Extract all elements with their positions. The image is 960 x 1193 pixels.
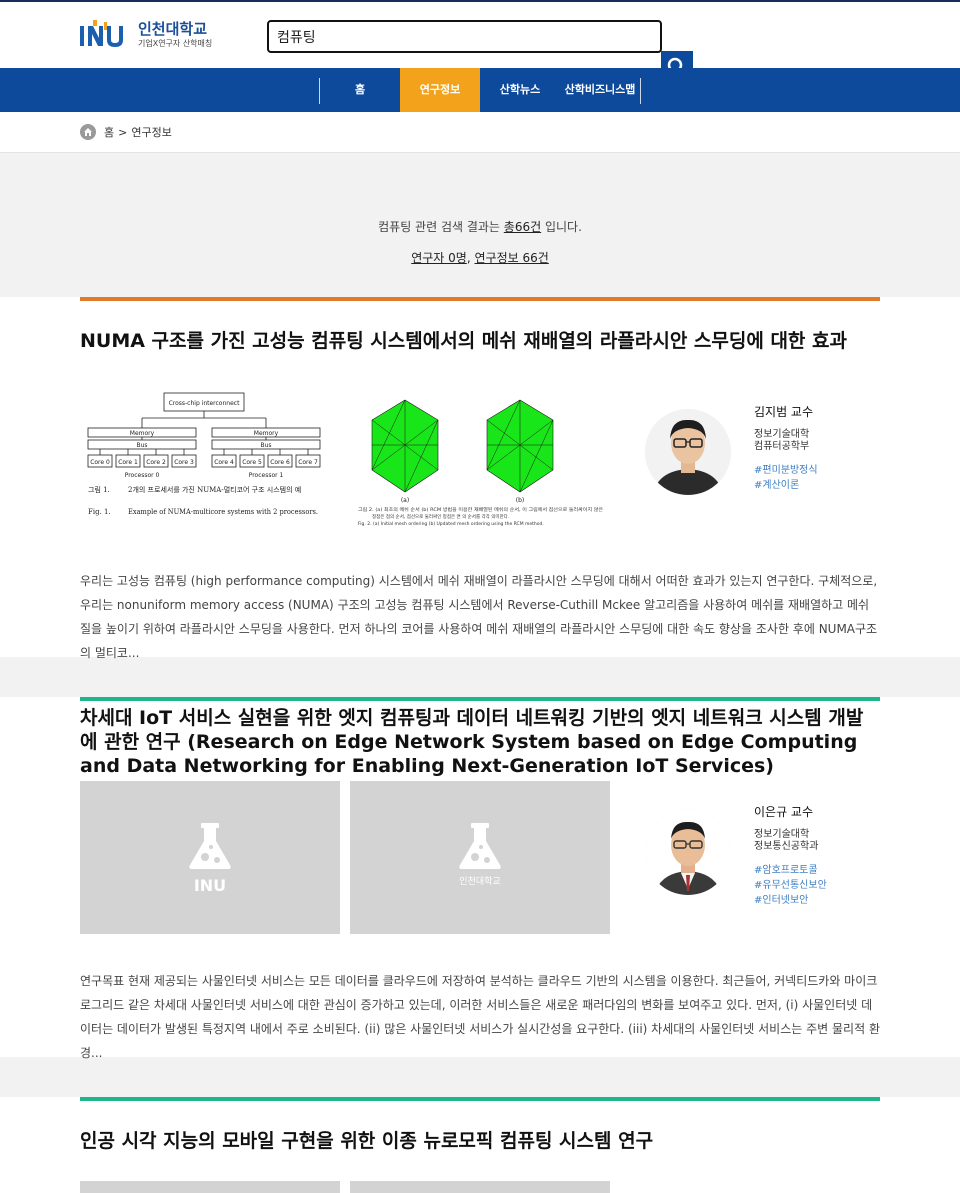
placeholder-logo-text: 인천대학교 bbox=[459, 876, 500, 887]
figure-caption-en-label: Fig. 1. bbox=[88, 508, 111, 516]
figure-caption-line: 정점은 점의 순서, 점선으로 둘러싸인 정점은 면 의 순서를 각각 의미한다… bbox=[372, 513, 509, 520]
summary-suffix: 입니다. bbox=[541, 220, 582, 234]
figure-caption-ko: 2개의 프로세서를 가진 NUMA-멀티코어 구조 시스템의 예 bbox=[128, 485, 301, 494]
figure-processor-label: Processor 1 bbox=[249, 472, 284, 479]
research-count-link[interactable]: 연구정보 66건 bbox=[474, 251, 548, 265]
result-title[interactable]: 차세대 IoT 서비스 실현을 위한 엣지 컴퓨팅과 데이터 네트워킹 기반의 … bbox=[80, 706, 880, 778]
figure-bus-label: Bus bbox=[136, 442, 147, 449]
professor-college: 정보기술대학 bbox=[754, 829, 810, 840]
result-image-placeholder[interactable] bbox=[80, 1181, 340, 1193]
search-summary-breakdown: 연구자 0명, 연구정보 66건 bbox=[0, 249, 960, 266]
figure-caption-en: Example of NUMA-multicore systems with 2… bbox=[128, 508, 318, 516]
keyword-tag[interactable]: #인터넷보안 bbox=[754, 893, 808, 908]
figure-bus-label: Bus bbox=[260, 442, 271, 449]
card-accent-line bbox=[80, 697, 880, 701]
result-card[interactable]: NUMA 구조를 가진 고성능 컴퓨팅 시스템에서의 메쉬 재배열의 라플라시안… bbox=[0, 297, 960, 660]
summary-total: 총66건 bbox=[503, 220, 542, 234]
figure-subfigure-label: (b) bbox=[516, 497, 525, 504]
result-abstract: 연구목표 현재 제공되는 사물인터넷 서비스는 모든 데이터를 클라우드에 저장… bbox=[80, 974, 880, 1060]
search-summary: 컴퓨팅 관련 검색 결과는 총66건 입니다. bbox=[0, 218, 960, 235]
flask-icon: 인천대학교 bbox=[459, 823, 501, 887]
figure-memory-label: Memory bbox=[254, 430, 279, 437]
result-title[interactable]: 인공 시각 지능의 모바일 구현을 위한 이종 뉴로모픽 컴퓨팅 시스템 연구 bbox=[80, 1129, 880, 1153]
home-icon[interactable] bbox=[80, 124, 96, 140]
professor-photo[interactable] bbox=[645, 409, 731, 495]
breadcrumb-home[interactable]: 홈 bbox=[104, 124, 114, 140]
figure-core-label: Core 5 bbox=[242, 459, 262, 466]
professor-name[interactable]: 이은규 교수 bbox=[754, 803, 813, 820]
placeholder-logo-text: INU bbox=[194, 876, 226, 895]
figure-core-label: Core 2 bbox=[146, 459, 166, 466]
professor-college: 정보기술대학 bbox=[754, 429, 810, 440]
nav-item-research-info[interactable]: 연구정보 bbox=[400, 68, 480, 112]
researcher-count-link[interactable]: 연구자 0명 bbox=[411, 251, 467, 265]
main-nav: 홈 연구정보 산학뉴스 산학비즈니스맵 bbox=[0, 68, 960, 112]
card-accent-line bbox=[80, 1097, 880, 1101]
figure-core-label: Core 7 bbox=[298, 459, 318, 466]
result-image-placeholder[interactable]: 인천대학교 bbox=[350, 781, 610, 934]
breadcrumb-current: 연구정보 bbox=[131, 126, 172, 139]
result-image-placeholder[interactable] bbox=[350, 1181, 610, 1193]
result-card[interactable]: 차세대 IoT 서비스 실현을 위한 엣지 컴퓨팅과 데이터 네트워킹 기반의 … bbox=[0, 697, 960, 1060]
professor-department: 정보통신공학과 bbox=[754, 841, 819, 852]
figure-core-label: Core 3 bbox=[174, 459, 194, 466]
logo-title: 인천대학교 bbox=[138, 20, 208, 38]
keyword-tag[interactable]: #유무선통신보안 bbox=[754, 878, 827, 893]
flask-icon: INU bbox=[189, 823, 231, 895]
figure-memory-label: Memory bbox=[130, 430, 155, 437]
nav-item-industry-news[interactable]: 산학뉴스 bbox=[480, 68, 560, 112]
nav-item-home[interactable]: 홈 bbox=[320, 68, 400, 112]
result-image-mesh-figure[interactable]: (a) (b) 그림 2. (a) 최초의 메쉬 순서 (b) RCM 방법을 … bbox=[350, 378, 610, 531]
summary-prefix: 컴퓨팅 관련 검색 결과는 bbox=[378, 220, 504, 234]
search-input[interactable] bbox=[267, 20, 662, 53]
result-abstract: 우리는 고성능 컴퓨팅 (high performance computing)… bbox=[80, 574, 878, 660]
figure-core-label: Core 4 bbox=[214, 459, 234, 466]
professor-name[interactable]: 김지범 교수 bbox=[754, 403, 813, 420]
mesh-reordering-figure: (a) (b) 그림 2. (a) 최초의 메쉬 순서 (b) RCM 방법을 … bbox=[358, 399, 603, 527]
figure-caption-line: 그림 2. (a) 최초의 메쉬 순서 (b) RCM 방법을 이용한 재배열된… bbox=[358, 506, 603, 513]
numa-architecture-figure: Cross-chip interconnect Memory Bus Memor… bbox=[87, 392, 321, 516]
nav-item-business-map[interactable]: 산학비즈니스맵 bbox=[560, 68, 640, 112]
result-card[interactable]: 인공 시각 지능의 모바일 구현을 위한 이종 뉴로모픽 컴퓨팅 시스템 연구 bbox=[0, 1097, 960, 1193]
figure-caption-line: Fig. 2. (a) Initial mesh ordering (b) Up… bbox=[358, 521, 544, 527]
keyword-tag[interactable]: #편미분방정식 bbox=[754, 463, 818, 478]
nav-divider bbox=[640, 78, 641, 104]
figure-core-label: Core 0 bbox=[90, 459, 110, 466]
breadcrumb-separator: > bbox=[118, 125, 128, 139]
professor-photo[interactable] bbox=[645, 809, 731, 895]
result-title[interactable]: NUMA 구조를 가진 고성능 컴퓨팅 시스템에서의 메쉬 재배열의 라플라시안… bbox=[80, 329, 880, 353]
inu-logo-mark bbox=[80, 20, 123, 47]
logo-subtitle: 기업X연구자 산학매칭 bbox=[138, 39, 213, 48]
result-image-placeholder[interactable]: INU bbox=[80, 781, 340, 934]
figure-subfigure-label: (a) bbox=[401, 497, 409, 504]
figure-processor-label: Processor 0 bbox=[125, 472, 160, 479]
header: 인천대학교 기업X연구자 산학매칭 bbox=[0, 2, 960, 68]
card-accent-line bbox=[80, 297, 880, 301]
figure-core-label: Core 6 bbox=[270, 459, 290, 466]
professor-department: 컴퓨터공학부 bbox=[754, 441, 810, 452]
figure-caption-ko-label: 그림 1. bbox=[88, 486, 110, 494]
avatar bbox=[645, 809, 731, 895]
keyword-tag[interactable]: #계산이론 bbox=[754, 478, 799, 493]
breadcrumb: 홈 > 연구정보 bbox=[0, 112, 960, 153]
figure-interconnect-label: Cross-chip interconnect bbox=[169, 400, 241, 407]
figure-core-label: Core 1 bbox=[118, 459, 138, 466]
site-logo[interactable]: 인천대학교 기업X연구자 산학매칭 bbox=[80, 18, 212, 52]
keyword-tag[interactable]: #암호프로토콜 bbox=[754, 863, 818, 878]
avatar bbox=[645, 409, 731, 495]
result-image-numa-diagram[interactable]: Cross-chip interconnect Memory Bus Memor… bbox=[80, 378, 340, 531]
